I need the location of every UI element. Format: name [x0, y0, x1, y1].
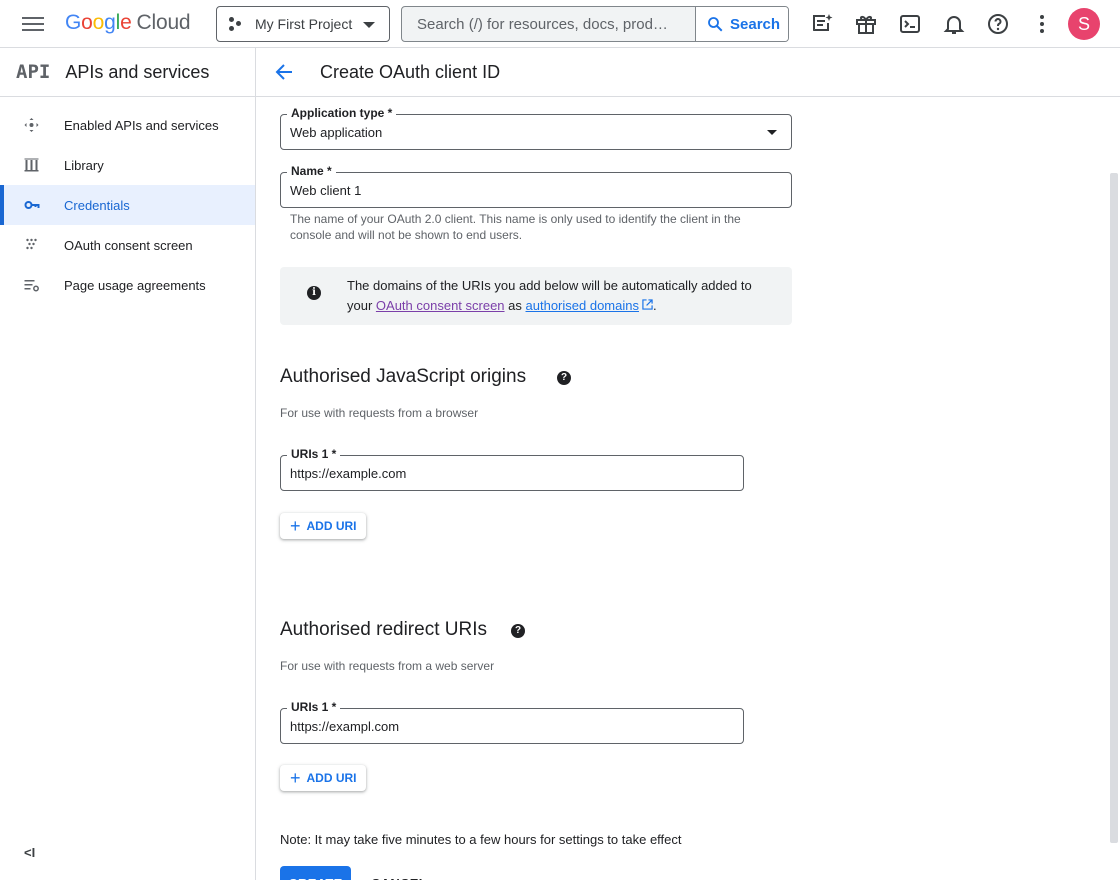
hub-icon: [24, 118, 39, 132]
dropdown-arrow-icon: [767, 130, 777, 135]
search-input[interactable]: [402, 7, 696, 41]
sidebar-header: API APIs and services: [0, 48, 255, 97]
sidebar-item-oauth-consent[interactable]: OAuth consent screen: [0, 225, 255, 265]
oauth-consent-screen-link[interactable]: OAuth consent screen: [376, 298, 505, 313]
settings-list-icon: [24, 280, 39, 292]
main-menu-icon[interactable]: [22, 14, 44, 34]
application-type-select[interactable]: Application type * Web application: [280, 106, 792, 150]
info-icon: i: [307, 286, 321, 300]
redirect-uris-hint: For use with requests from a web server: [280, 659, 495, 673]
sidebar: API APIs and services Enabled APIs and s…: [0, 48, 256, 880]
create-button[interactable]: CREATE: [280, 866, 351, 880]
help-icon[interactable]: [986, 12, 1010, 36]
js-origins-title: Authorised JavaScript origins: [280, 366, 527, 387]
project-name: My First Project: [255, 16, 353, 32]
js-origins-help-icon[interactable]: ?: [557, 371, 571, 385]
collapse-sidebar-icon[interactable]: <I: [24, 845, 35, 860]
google-cloud-logo[interactable]: Google Cloud: [65, 11, 191, 35]
redirect-uris-help-icon[interactable]: ?: [511, 624, 525, 638]
project-picker[interactable]: My First Project: [216, 6, 390, 42]
open-in-new-icon: [642, 299, 653, 310]
page-title: Create OAuth client ID: [320, 62, 501, 82]
redirect-uri-field[interactable]: URIs 1 * https://exampl.com: [280, 700, 744, 744]
sidebar-item-page-usage[interactable]: Page usage agreements: [0, 265, 255, 305]
cancel-button[interactable]: CANCEL: [364, 866, 434, 880]
add-js-origin-uri-button[interactable]: + ADD URI: [280, 513, 366, 539]
info-banner: i The domains of the URIs you add below …: [280, 267, 792, 325]
redirect-uris-title: Authorised redirect URIs: [280, 619, 487, 640]
sidebar-title[interactable]: APIs and services: [65, 62, 209, 83]
feedback-icon[interactable]: [810, 12, 834, 36]
notifications-icon[interactable]: [942, 12, 966, 36]
avatar[interactable]: S: [1068, 8, 1100, 40]
sidebar-item-library[interactable]: Library: [0, 145, 255, 185]
cloud-shell-icon[interactable]: [898, 12, 922, 36]
api-logo: API: [16, 61, 51, 83]
add-redirect-uri-button[interactable]: + ADD URI: [280, 765, 366, 791]
plus-icon: +: [290, 516, 301, 536]
chevron-down-icon: [363, 22, 375, 28]
js-origin-uri-field[interactable]: URIs 1 * https://example.com: [280, 447, 744, 491]
plus-icon: +: [290, 768, 301, 788]
top-bar: GoogleCloud My First Project Search S: [0, 0, 1120, 48]
info-text: The domains of the URIs you add below wi…: [347, 278, 752, 313]
search-bar: Search: [401, 6, 789, 42]
main-content: Application type * Web application Name …: [256, 97, 1108, 880]
back-arrow-icon[interactable]: [274, 62, 294, 82]
project-icon: [229, 17, 243, 31]
more-vert-icon[interactable]: [1030, 12, 1054, 36]
scrollbar[interactable]: [1110, 173, 1118, 843]
authorised-domains-link[interactable]: authorised domains: [526, 298, 639, 313]
search-icon: [708, 17, 723, 32]
settings-note: Note: It may take five minutes to a few …: [280, 832, 682, 847]
gift-icon[interactable]: [854, 12, 878, 36]
page-header: Create OAuth client ID: [256, 48, 1120, 97]
sidebar-item-credentials[interactable]: Credentials: [0, 185, 255, 225]
sidebar-item-enabled-apis[interactable]: Enabled APIs and services: [0, 105, 255, 145]
library-icon: [24, 158, 39, 172]
consent-icon: [26, 238, 37, 250]
js-origins-hint: For use with requests from a browser: [280, 406, 479, 420]
search-button[interactable]: Search: [695, 7, 788, 41]
name-hint: The name of your OAuth 2.0 client. This …: [290, 212, 741, 242]
key-icon: [24, 201, 40, 209]
name-field[interactable]: Name * Web client 1: [280, 164, 792, 208]
